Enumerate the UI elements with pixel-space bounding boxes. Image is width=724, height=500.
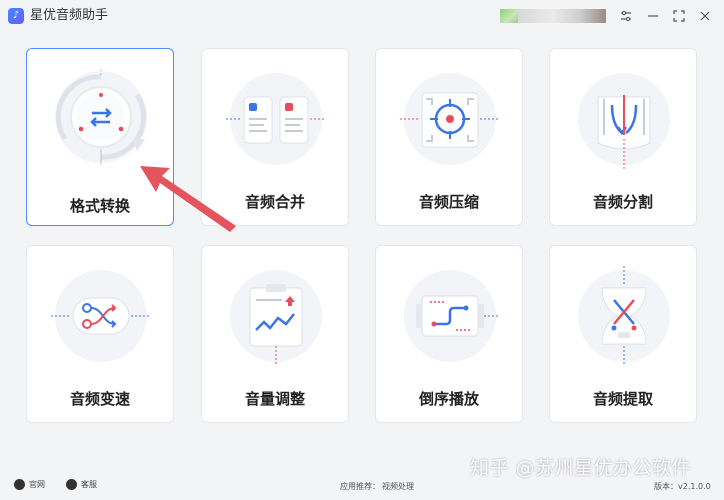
feature-grid: 格式转换 音频合并 音频压缩 音频分割 音频变速 音量调整 倒序播放 音频提取 [0, 0, 724, 500]
card-audio-extract[interactable]: 音频提取 [549, 245, 697, 423]
convert-icon [55, 69, 147, 165]
recommend-label: 应用推荐： [340, 482, 380, 491]
watermark-text: 知乎 @苏州星优办公软件 [470, 457, 692, 479]
card-label: 音频合并 [244, 193, 305, 211]
card-label: 倒序播放 [418, 390, 479, 408]
card-audio-speed[interactable]: 音频变速 [26, 245, 174, 423]
support-label: 客服 [81, 480, 97, 489]
card-label: 音频提取 [592, 390, 653, 408]
website-link[interactable]: 官网 [14, 479, 45, 490]
card-audio-compress[interactable]: 音频压缩 [375, 48, 523, 226]
card-audio-split[interactable]: 音频分割 [549, 48, 697, 226]
card-format-convert[interactable]: 格式转换 [26, 48, 174, 226]
speed-icon [51, 270, 151, 362]
version-label: 版本：v2.1.0.0 [654, 482, 711, 491]
card-label: 音频分割 [592, 193, 653, 211]
card-label: 音频变速 [69, 390, 130, 408]
extract-icon [578, 266, 670, 366]
card-label: 音量调整 [244, 390, 305, 408]
card-audio-merge[interactable]: 音频合并 [201, 48, 349, 226]
compress-icon [400, 73, 500, 165]
recommend-app-link[interactable]: 视频处理 [382, 481, 414, 492]
card-reverse-play[interactable]: 倒序播放 [375, 245, 523, 423]
card-label: 格式转换 [69, 197, 130, 215]
split-icon [578, 73, 670, 169]
home-icon [14, 479, 25, 490]
card-volume-adjust[interactable]: 音量调整 [201, 245, 349, 423]
website-label: 官网 [29, 480, 45, 489]
chat-icon [66, 479, 77, 490]
card-label: 音频压缩 [418, 193, 479, 211]
support-link[interactable]: 客服 [66, 479, 97, 490]
merge-icon [226, 73, 326, 165]
volume-icon [230, 270, 322, 366]
reverse-icon [404, 270, 500, 362]
